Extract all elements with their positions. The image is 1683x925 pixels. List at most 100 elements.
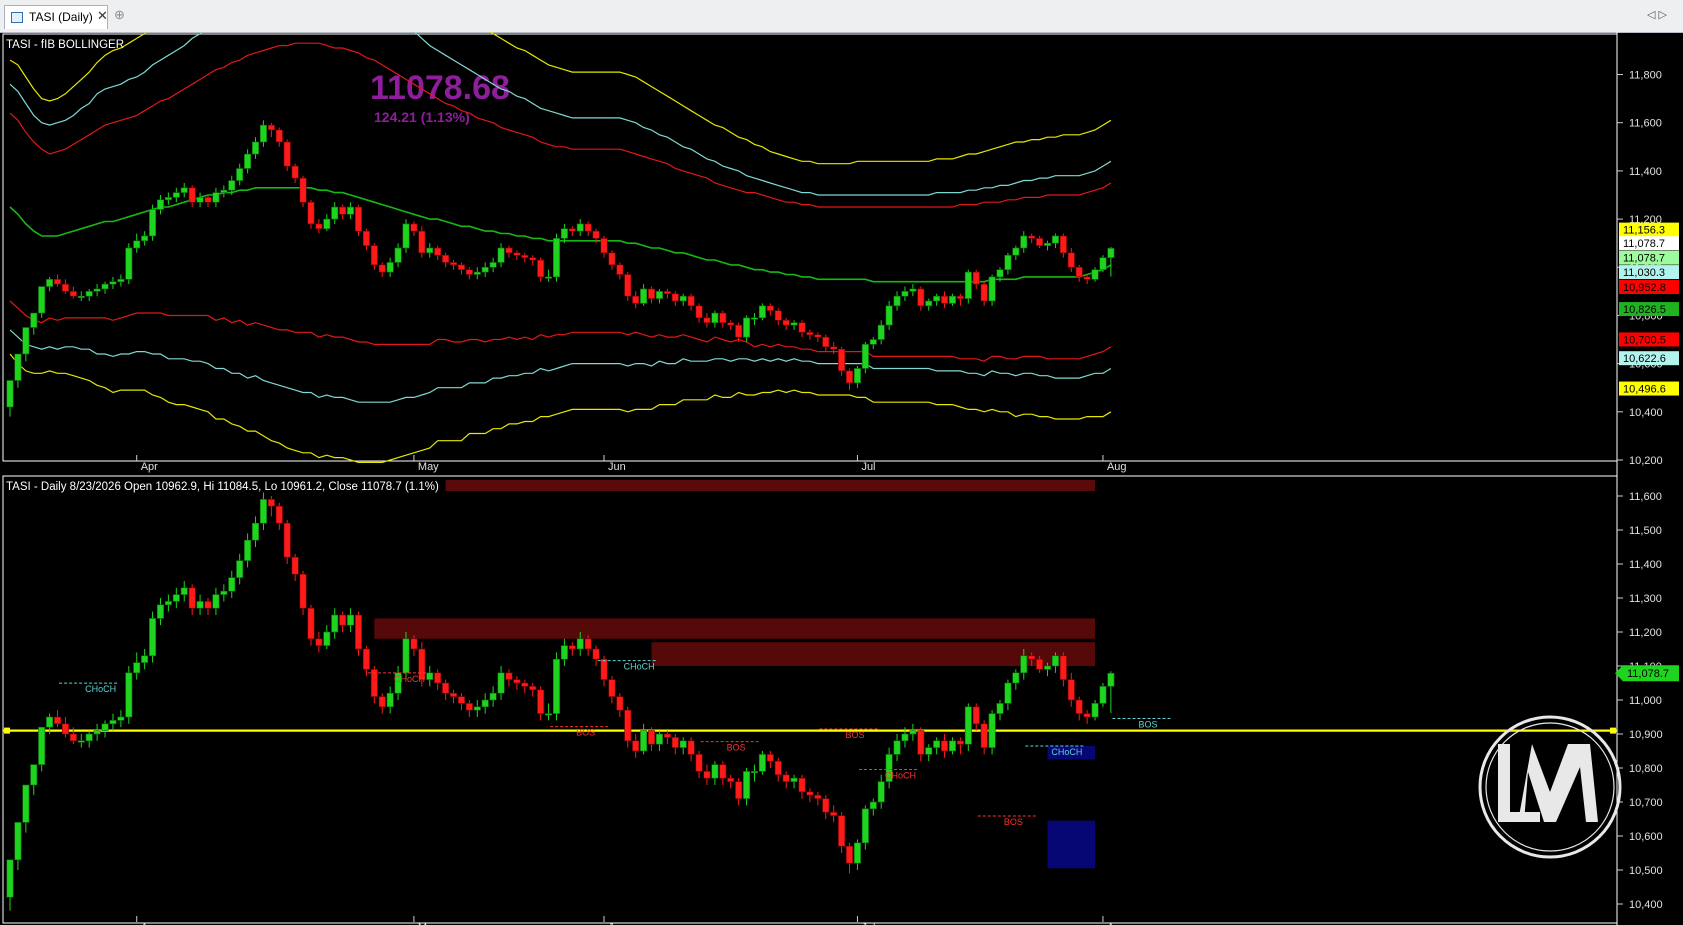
candle-body — [442, 254, 450, 263]
candle-body — [616, 696, 624, 711]
candle-body — [1067, 679, 1075, 701]
candle-body — [584, 223, 592, 232]
candle-body — [695, 305, 703, 319]
candle-body — [537, 259, 545, 278]
tab-scroll-arrows-icon[interactable]: ◁ ▷ — [1647, 8, 1667, 21]
key-level-marker-left — [4, 727, 10, 734]
candle-body — [236, 560, 244, 578]
candle-body — [315, 223, 323, 230]
candle-body — [457, 264, 465, 270]
candle-body — [790, 322, 798, 326]
y-tick-label: 10,900 — [1629, 729, 1663, 741]
y-tick-label: 10,400 — [1629, 407, 1663, 419]
structure-label: BOS — [1138, 719, 1157, 729]
candle-body — [410, 223, 418, 232]
candle-body — [141, 235, 149, 242]
candle-body — [180, 187, 188, 193]
candle-body — [703, 771, 711, 779]
candle-body — [790, 777, 798, 782]
candle-body — [948, 295, 956, 304]
supply-zone-strip — [445, 480, 1096, 491]
candle-body — [1051, 655, 1059, 667]
candle-body — [1028, 655, 1036, 660]
candle-body — [529, 257, 537, 261]
candle-body — [347, 206, 355, 215]
candle-body — [996, 269, 1004, 278]
candle-body — [901, 291, 909, 297]
candle-body — [212, 594, 220, 609]
y-tick-label: 10,400 — [1629, 899, 1663, 911]
candle-body — [521, 682, 529, 687]
candle-body — [640, 288, 648, 304]
candle-body — [687, 740, 695, 755]
candle-body — [545, 276, 553, 279]
candle-body — [552, 238, 560, 278]
candle-body — [861, 808, 869, 844]
chart-area[interactable]: 11,800 11,600 11,400 11,200 11,000 10,800 10,6… — [0, 32, 1683, 925]
candle-body — [164, 197, 172, 201]
candle-body — [307, 607, 315, 640]
candle-body — [125, 672, 133, 718]
candle-body — [370, 669, 378, 697]
candle-body — [1091, 269, 1099, 280]
candle-body — [362, 648, 370, 670]
y-tick-label: 11,600 — [1629, 491, 1662, 503]
price-badge-label: 11,078.7 — [1623, 238, 1665, 250]
candle-body — [1012, 247, 1020, 256]
candle-body — [172, 192, 180, 198]
candle-body — [244, 539, 252, 561]
candle-body — [560, 228, 568, 239]
candle-body — [877, 781, 885, 803]
candle-body — [608, 679, 616, 697]
candle-body — [941, 740, 949, 752]
candle-body — [750, 317, 758, 320]
candle-body — [798, 777, 806, 793]
candle-body — [925, 747, 933, 755]
structure-label: BOS — [845, 730, 864, 740]
candle-body — [1044, 242, 1052, 246]
close-icon[interactable]: ✕ — [97, 8, 108, 24]
candle-body — [386, 262, 394, 273]
candle-body — [822, 336, 830, 348]
candle-body — [925, 300, 933, 307]
window-titlebar: TASI (Daily) ✕ ⊕ ◁ ▷ — [0, 0, 1683, 33]
candle-body — [624, 274, 632, 297]
candle-body — [853, 842, 861, 864]
candle-body — [331, 614, 339, 633]
candle-body — [529, 686, 537, 691]
candle-body — [869, 801, 877, 810]
candle-body — [394, 247, 402, 263]
candle-body — [481, 699, 489, 708]
candle-body — [267, 499, 275, 507]
candle-body — [933, 740, 941, 748]
candle-body — [1059, 655, 1067, 680]
structure-label: CHoCH — [85, 684, 116, 694]
candle-body — [196, 601, 204, 609]
candle-body — [117, 716, 125, 721]
chart-tab[interactable]: TASI (Daily) ✕ — [4, 5, 108, 29]
candle-body — [948, 740, 956, 752]
candle-body — [30, 312, 38, 328]
candle-body — [655, 291, 663, 299]
candle-body — [505, 247, 513, 254]
candle-body — [774, 310, 782, 321]
candle-body — [204, 601, 212, 609]
y-tick-label: 11,600 — [1629, 118, 1662, 130]
candle-body — [418, 230, 426, 254]
candle-body — [125, 247, 133, 280]
new-tab-icon[interactable]: ⊕ — [114, 7, 125, 23]
candle-body — [196, 197, 204, 203]
candle-body — [711, 312, 719, 323]
candle-body — [85, 291, 93, 297]
candle-body — [22, 327, 30, 355]
supply-zone — [374, 618, 1096, 639]
candle-body — [244, 153, 252, 169]
candle-body — [584, 638, 592, 650]
candle-body — [972, 706, 980, 725]
candle-body — [133, 662, 141, 674]
x-month-label-top: Apr — [141, 461, 158, 473]
candle-body — [101, 723, 109, 731]
y-tick-label: 11,300 — [1629, 593, 1662, 605]
y-tick-label: 11,200 — [1629, 627, 1662, 639]
candle-body — [1004, 682, 1012, 704]
